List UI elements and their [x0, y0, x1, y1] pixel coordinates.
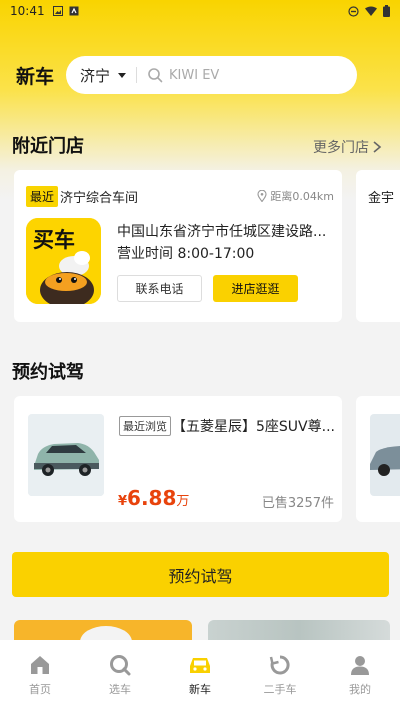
visit-store-button[interactable]: 进店逛逛 — [213, 275, 298, 302]
book-test-drive-button[interactable]: 预约试驾 — [12, 552, 389, 597]
store-hours: 营业时间 8:00-17:00 — [117, 246, 255, 262]
wifi-icon — [365, 6, 377, 16]
car-price: ¥ 6.88 万 — [118, 486, 189, 510]
tab-label: 二手车 — [263, 683, 297, 696]
tab-used-car[interactable]: 二手车 — [240, 640, 320, 720]
car-image-partial — [370, 446, 400, 476]
test-drive-title: 预约试驾 — [12, 362, 84, 383]
city-selector[interactable]: 济宁 — [80, 65, 127, 86]
chevron-right-icon — [373, 141, 382, 153]
more-stores-link[interactable]: 更多门店 — [313, 137, 382, 157]
sold-count: 已售3257件 — [261, 496, 334, 511]
status-time: 10:41 — [10, 4, 45, 18]
car-image — [28, 414, 104, 496]
promo-image — [80, 626, 132, 640]
city-label: 济宁 — [80, 66, 111, 85]
nearby-stores-title: 附近门店 — [12, 136, 84, 157]
image-notification-icon — [52, 6, 63, 16]
logo-text: 买车 — [33, 228, 75, 252]
search-car-icon — [110, 655, 131, 676]
location-pin-icon — [257, 190, 267, 202]
test-drive-card[interactable] — [356, 396, 400, 522]
store-logo: 买车 — [26, 218, 101, 304]
tab-new-car[interactable]: 新车 — [160, 640, 240, 720]
home-icon — [31, 656, 49, 674]
tab-label: 选车 — [109, 683, 131, 696]
promo-banner[interactable] — [208, 620, 390, 640]
contact-phone-button[interactable]: 联系电话 — [117, 275, 202, 302]
tab-label: 我的 — [349, 683, 371, 696]
user-icon — [351, 656, 369, 675]
search-input[interactable]: KIWI EV — [169, 68, 219, 83]
tab-select-car[interactable]: 选车 — [80, 640, 160, 720]
tab-home[interactable]: 首页 — [0, 640, 80, 720]
tab-label: 首页 — [29, 683, 51, 696]
bottom-tab-bar: 首页 选车 新车 二手车 我的 — [0, 640, 400, 720]
search-divider — [136, 67, 138, 83]
recently-viewed-badge: 最近浏览 — [119, 416, 171, 436]
status-bar: 10:41 — [0, 0, 400, 22]
header: 新车 济宁 KIWI EV — [16, 55, 357, 95]
store-name: 济宁综合车间 — [60, 191, 139, 206]
nearest-badge: 最近 — [26, 186, 59, 207]
search-icon — [148, 68, 163, 83]
tab-label: 新车 — [189, 683, 211, 696]
price-currency: ¥ — [118, 494, 128, 509]
refresh-icon — [269, 655, 290, 675]
car-image — [370, 414, 400, 496]
distance-text: 距离0.04km — [270, 190, 334, 203]
dnd-icon — [348, 5, 359, 17]
chevron-down-icon — [118, 72, 127, 78]
car-icon — [190, 658, 210, 673]
tab-profile[interactable]: 我的 — [320, 640, 400, 720]
test-drive-card[interactable]: 最近浏览 【五菱星辰】5座SUV尊... ¥ 6.88 万 已售3257件 — [14, 396, 342, 522]
notification-icon — [69, 6, 79, 16]
car-title: 【五菱星辰】5座SUV尊... — [172, 419, 335, 435]
search-bar[interactable]: 济宁 KIWI EV — [66, 56, 357, 94]
store-name: 金宇 — [368, 191, 395, 206]
suv-image — [28, 414, 104, 496]
promo-banner[interactable] — [14, 620, 192, 640]
price-unit: 万 — [176, 494, 190, 509]
store-address: 中国山东省济宁市任城区建设路... — [117, 224, 327, 240]
page-title: 新车 — [16, 65, 55, 88]
battery-icon — [383, 5, 390, 17]
price-value: 6.88 — [127, 486, 177, 510]
more-stores-label: 更多门店 — [313, 140, 369, 156]
store-card[interactable]: 金宇 — [356, 170, 400, 322]
store-distance: 距离0.04km — [257, 188, 334, 204]
store-card[interactable]: 最近 济宁综合车间 距离0.04km 买车 中国山东省济宁市任城区建设路... … — [14, 170, 342, 322]
